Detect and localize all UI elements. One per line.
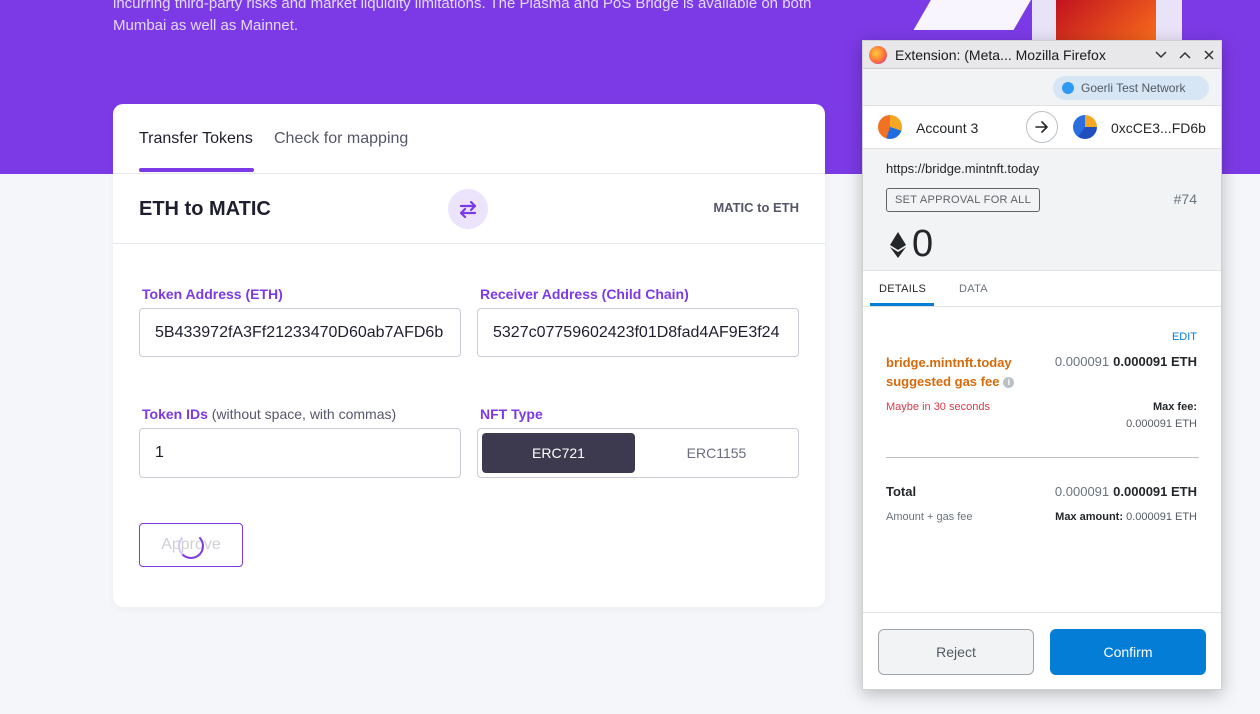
- token-ids-hint: (without space, with commas): [211, 406, 397, 422]
- amount-display: 0: [890, 223, 933, 266]
- direction-row: ETH to MATIC MATIC to ETH: [113, 174, 825, 244]
- token-ids-value: 1: [155, 444, 164, 461]
- total-primary: 0.000091 ETH: [1113, 484, 1197, 499]
- receiver-address-value: 5327c07759602423f01D8fad4AF9E3f24: [493, 323, 780, 341]
- active-tab-indicator: [139, 168, 254, 172]
- active-details-indicator: [870, 303, 934, 306]
- nft-type-erc1155[interactable]: ERC1155: [640, 433, 793, 473]
- gas-fee-primary: 0.000091 ETH: [1113, 354, 1197, 369]
- popup-footer: Reject Confirm: [863, 612, 1221, 689]
- network-name: Goerli Test Network: [1081, 81, 1186, 95]
- divider: [886, 457, 1199, 458]
- window-title: Extension: (Meta... Mozilla Firefox: [895, 47, 1106, 63]
- gas-fee-value: 0.000091 0.000091 ETH: [1055, 354, 1197, 369]
- amount-gas-label: Amount + gas fee: [886, 511, 973, 523]
- estimated-time: Maybe in 30 seconds: [886, 401, 990, 413]
- max-fee-value: 0.000091 ETH: [1126, 418, 1197, 430]
- amount-value: 0: [912, 223, 934, 265]
- minimize-icon[interactable]: [1151, 45, 1171, 65]
- hero-description: incurring third-party risks and market l…: [113, 0, 812, 34]
- tab-transfer-tokens[interactable]: Transfer Tokens: [139, 130, 253, 148]
- swap-direction-button[interactable]: [448, 189, 488, 229]
- metamask-popup-window: Extension: (Meta... Mozilla Firefox Goer…: [862, 40, 1222, 690]
- network-status-icon: [1062, 82, 1074, 94]
- token-address-label: Token Address (ETH): [142, 286, 283, 302]
- total-value: 0.000091 0.000091 ETH: [1055, 484, 1197, 499]
- decorative-artwork: [1056, 0, 1156, 40]
- loading-spinner-icon: [178, 533, 204, 559]
- gas-site-name: bridge.mintnft.today: [886, 355, 1012, 370]
- gas-suggested-label: suggested gas fee: [886, 374, 1000, 389]
- max-amount-value: 0.000091 ETH: [1126, 511, 1197, 523]
- token-ids-label: Token IDs: [142, 406, 208, 422]
- reject-button[interactable]: Reject: [878, 629, 1034, 675]
- to-account-address[interactable]: 0xcCE3...FD6b: [1111, 120, 1206, 136]
- receiver-address-label: Receiver Address (Child Chain): [480, 286, 689, 302]
- details-tabs: DETAILS DATA: [863, 271, 1221, 307]
- gas-fee-label-group: bridge.mintnft.today suggested gas fee i: [886, 353, 1036, 391]
- arrow-right-icon: [1026, 111, 1058, 143]
- firefox-icon: [869, 46, 887, 64]
- network-bar: Goerli Test Network: [863, 69, 1221, 105]
- details-panel: EDIT bridge.mintnft.today suggested gas …: [863, 307, 1221, 603]
- approve-button[interactable]: Approve: [139, 523, 243, 567]
- origin-url: https://bridge.mintnft.today: [886, 161, 1040, 176]
- from-account-avatar: [878, 115, 902, 139]
- bridge-tabs: Transfer Tokens Check for mapping: [113, 104, 825, 174]
- token-address-value: 5B433972fA3Ff21233470D60ab7AFD6b: [155, 323, 444, 341]
- decorative-cube: [913, 0, 1043, 30]
- edit-gas-link[interactable]: EDIT: [1172, 331, 1197, 343]
- max-fee-label: Max fee:: [1152, 401, 1197, 413]
- nft-type-label: NFT Type: [480, 406, 543, 422]
- info-icon[interactable]: i: [1003, 377, 1015, 388]
- direction-title: ETH to MATIC: [139, 198, 271, 220]
- token-ids-label-group: Token IDs (without space, with commas): [142, 406, 396, 422]
- tab-data[interactable]: DATA: [959, 283, 988, 295]
- total-label: Total: [886, 484, 917, 499]
- bridge-card: Transfer Tokens Check for mapping ETH to…: [113, 104, 825, 607]
- token-ids-input[interactable]: 1: [139, 428, 461, 478]
- max-amount-label: Max amount:: [1055, 511, 1123, 523]
- gas-fee-secondary: 0.000091: [1054, 354, 1110, 369]
- nft-type-selector: ERC721 ERC1155: [477, 428, 799, 478]
- account-bar: Account 3 0xcCE3...FD6b: [863, 105, 1221, 149]
- to-account-avatar: [1073, 115, 1097, 139]
- close-icon[interactable]: [1199, 45, 1219, 65]
- total-secondary: 0.000091: [1054, 484, 1110, 499]
- window-titlebar: Extension: (Meta... Mozilla Firefox: [863, 41, 1221, 69]
- nonce-label: #74: [1173, 191, 1197, 207]
- token-address-input[interactable]: 5B433972fA3Ff21233470D60ab7AFD6b: [139, 308, 461, 357]
- tab-details[interactable]: DETAILS: [879, 283, 926, 295]
- from-account-name[interactable]: Account 3: [916, 120, 978, 136]
- max-amount: Max amount: 0.000091 ETH: [1055, 511, 1197, 523]
- network-selector[interactable]: Goerli Test Network: [1053, 76, 1209, 100]
- confirm-button[interactable]: Confirm: [1050, 629, 1206, 675]
- nft-type-erc721[interactable]: ERC721: [482, 433, 635, 473]
- action-tag: SET APPROVAL FOR ALL: [886, 188, 1041, 212]
- direction-alt-link[interactable]: MATIC to ETH: [713, 200, 799, 215]
- maximize-icon[interactable]: [1175, 45, 1195, 65]
- ethereum-icon: [890, 231, 906, 258]
- transaction-summary: https://bridge.mintnft.today SET APPROVA…: [863, 149, 1221, 271]
- swap-arrows-icon: [459, 200, 477, 218]
- tab-check-mapping[interactable]: Check for mapping: [274, 130, 408, 148]
- receiver-address-input[interactable]: 5327c07759602423f01D8fad4AF9E3f24: [477, 308, 799, 357]
